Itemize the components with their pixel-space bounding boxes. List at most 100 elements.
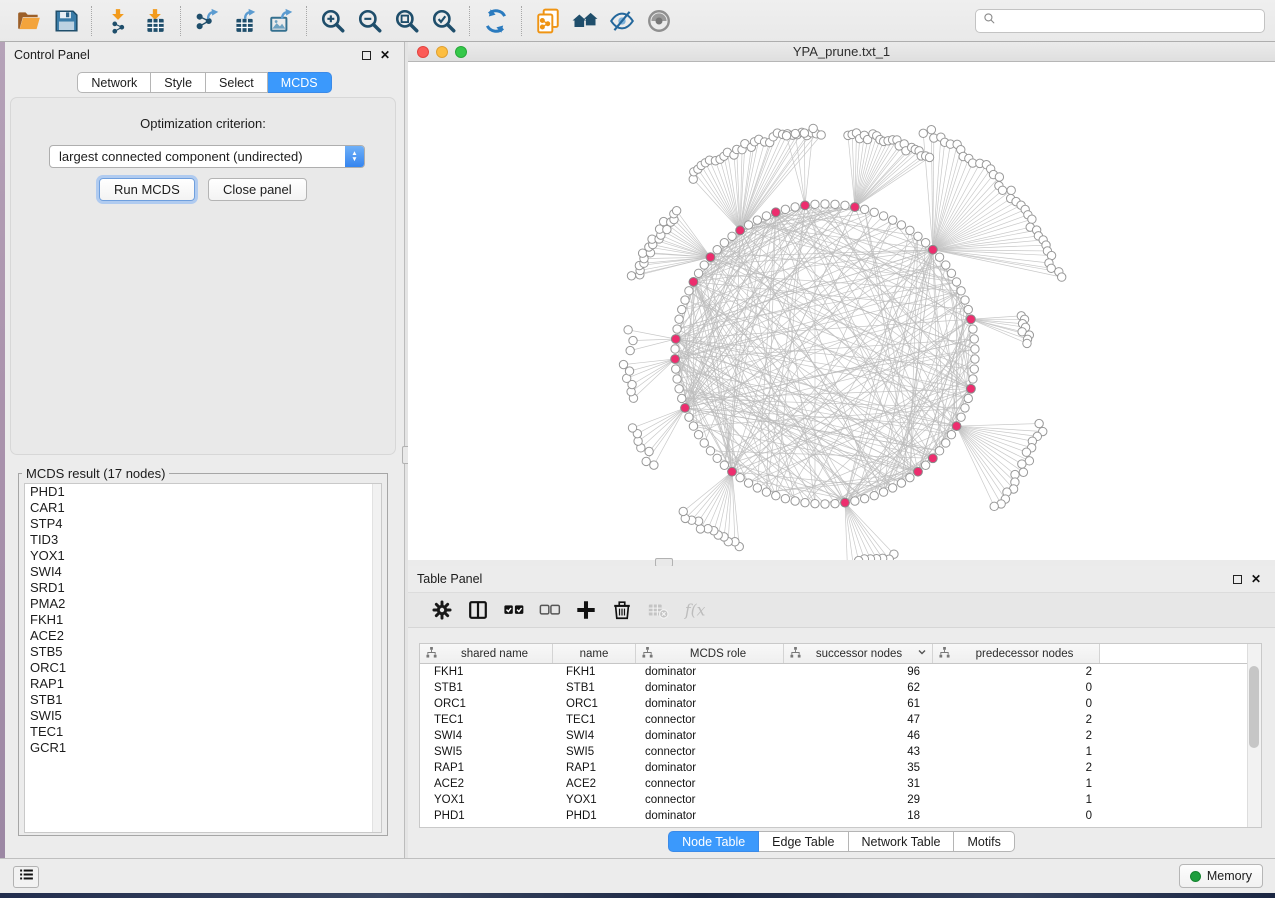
search-icon — [983, 12, 996, 30]
criterion-select[interactable]: largest connected component (undirected)… — [49, 145, 365, 168]
table-row[interactable]: ORC1ORC1dominator610 — [420, 696, 1261, 712]
add-button[interactable] — [568, 595, 604, 625]
tab-motifs[interactable]: Motifs — [954, 831, 1014, 852]
select-all-button[interactable] — [496, 595, 532, 625]
tab-style[interactable]: Style — [151, 72, 206, 93]
import-table-button[interactable] — [136, 4, 173, 38]
table-row[interactable]: TEC1TEC1connector472 — [420, 712, 1261, 728]
save-icon — [53, 8, 79, 34]
cell: SWI5 — [553, 746, 636, 758]
close-panel-icon[interactable]: ✕ — [1251, 575, 1261, 584]
mcds-result-item[interactable]: CAR1 — [25, 500, 381, 516]
close-panel-button[interactable]: Close panel — [208, 178, 307, 201]
refresh-network-button[interactable] — [477, 4, 514, 38]
mcds-result-item[interactable]: TID3 — [25, 532, 381, 548]
delete-button[interactable] — [604, 595, 640, 625]
network-document-button[interactable] — [529, 4, 566, 38]
cell: dominator — [636, 810, 784, 822]
run-mcds-button[interactable]: Run MCDS — [99, 178, 195, 201]
function-builder-button[interactable]: f(x) — [676, 595, 712, 625]
column-header-shared-name[interactable]: shared name — [420, 644, 553, 663]
mcds-result-list[interactable]: PHD1CAR1STP4TID3YOX1SWI4SRD1PMA2FKH1ACE2… — [24, 483, 382, 833]
float-panel-icon[interactable] — [362, 51, 371, 60]
table-panel: Table Panel ✕ f(x) shared namenameMCDS r… — [408, 566, 1275, 858]
search-box[interactable] — [975, 9, 1265, 33]
mcds-result-item[interactable]: STB5 — [25, 644, 381, 660]
delete-table-button[interactable] — [640, 595, 676, 625]
open-session-button[interactable] — [10, 4, 47, 38]
mcds-result-item[interactable]: SWI5 — [25, 708, 381, 724]
mcds-result-item[interactable]: YOX1 — [25, 548, 381, 564]
mcds-result-item[interactable]: STB1 — [25, 692, 381, 708]
mcds-result-item[interactable]: PMA2 — [25, 596, 381, 612]
float-panel-icon[interactable] — [1233, 575, 1242, 584]
cell: SWI5 — [420, 746, 553, 758]
table-row[interactable]: FKH1FKH1dominator962 — [420, 664, 1261, 680]
mcds-result-item[interactable]: ACE2 — [25, 628, 381, 644]
tab-select[interactable]: Select — [206, 72, 268, 93]
table-row[interactable]: ACE2ACE2connector311 — [420, 776, 1261, 792]
scrollbar-thumb[interactable] — [1249, 666, 1259, 748]
table-toolbar: f(x) — [408, 592, 1275, 628]
close-panel-icon[interactable]: ✕ — [380, 51, 390, 60]
shared-column-icon — [790, 647, 801, 658]
mcds-result-item[interactable]: TEC1 — [25, 724, 381, 740]
zoom-in-button[interactable] — [314, 4, 351, 38]
export-table-button[interactable] — [225, 4, 262, 38]
tab-network-table[interactable]: Network Table — [849, 831, 955, 852]
save-session-button[interactable] — [47, 4, 84, 38]
cell: ORC1 — [420, 698, 553, 710]
zoom-selected-icon — [431, 8, 457, 34]
deselect-all-button[interactable] — [532, 595, 568, 625]
cell: 43 — [784, 746, 933, 758]
zoom-fit-button[interactable] — [388, 4, 425, 38]
mcds-result-item[interactable]: SWI4 — [25, 564, 381, 580]
mcds-result-item[interactable]: STP4 — [25, 516, 381, 532]
export-network-button[interactable] — [188, 4, 225, 38]
hide-annotations-button[interactable] — [603, 4, 640, 38]
import-network-button[interactable] — [99, 4, 136, 38]
column-header-MCDS-role[interactable]: MCDS role — [636, 644, 784, 663]
tab-node-table[interactable]: Node Table — [668, 831, 759, 852]
task-history-button[interactable] — [13, 866, 39, 888]
table-settings-button[interactable] — [424, 595, 460, 625]
show-details-button[interactable] — [640, 4, 677, 38]
mcds-result-item[interactable]: RAP1 — [25, 676, 381, 692]
cell: 2 — [933, 762, 1100, 774]
cell: 61 — [784, 698, 933, 710]
table-row[interactable]: PHD1PHD1dominator180 — [420, 808, 1261, 824]
export-image-button[interactable] — [262, 4, 299, 38]
mcds-list-scrollbar[interactable] — [372, 484, 381, 832]
cell: YOX1 — [553, 794, 636, 806]
column-header-predecessor-nodes[interactable]: predecessor nodes — [933, 644, 1100, 663]
table-row[interactable]: RAP1RAP1dominator352 — [420, 760, 1261, 776]
tab-mcds[interactable]: MCDS — [268, 72, 332, 93]
network-window-titlebar: YPA_prune.txt_1 — [408, 42, 1275, 62]
toggle-columns-button[interactable] — [460, 595, 496, 625]
table-scrollbar[interactable] — [1247, 644, 1261, 827]
column-header-name[interactable]: name — [553, 644, 636, 663]
mcds-result-item[interactable]: ORC1 — [25, 660, 381, 676]
mcds-result-item[interactable]: SRD1 — [25, 580, 381, 596]
mcds-result-item[interactable]: PHD1 — [25, 484, 381, 500]
mcds-result-item[interactable]: FKH1 — [25, 612, 381, 628]
table-row[interactable]: YOX1YOX1connector291 — [420, 792, 1261, 808]
network-canvas[interactable] — [408, 62, 1275, 560]
table-row[interactable]: SWI4SWI4dominator462 — [420, 728, 1261, 744]
cell: dominator — [636, 698, 784, 710]
search-input[interactable] — [1001, 14, 1257, 28]
zoom-selected-button[interactable] — [425, 4, 462, 38]
table-row[interactable]: STB1STB1dominator620 — [420, 680, 1261, 696]
import-table-icon — [142, 8, 168, 34]
toolbar-separator — [469, 6, 470, 36]
table-row[interactable]: SWI5SWI5connector431 — [420, 744, 1261, 760]
list-icon — [18, 866, 35, 888]
tab-edge-table[interactable]: Edge Table — [759, 831, 848, 852]
tab-network[interactable]: Network — [77, 72, 151, 93]
memory-button[interactable]: Memory — [1179, 864, 1263, 888]
mcds-result-item[interactable]: GCR1 — [25, 740, 381, 756]
home-button[interactable] — [566, 4, 603, 38]
column-header-successor-nodes[interactable]: successor nodes — [784, 644, 933, 663]
zoom-out-button[interactable] — [351, 4, 388, 38]
cell: RAP1 — [553, 762, 636, 774]
